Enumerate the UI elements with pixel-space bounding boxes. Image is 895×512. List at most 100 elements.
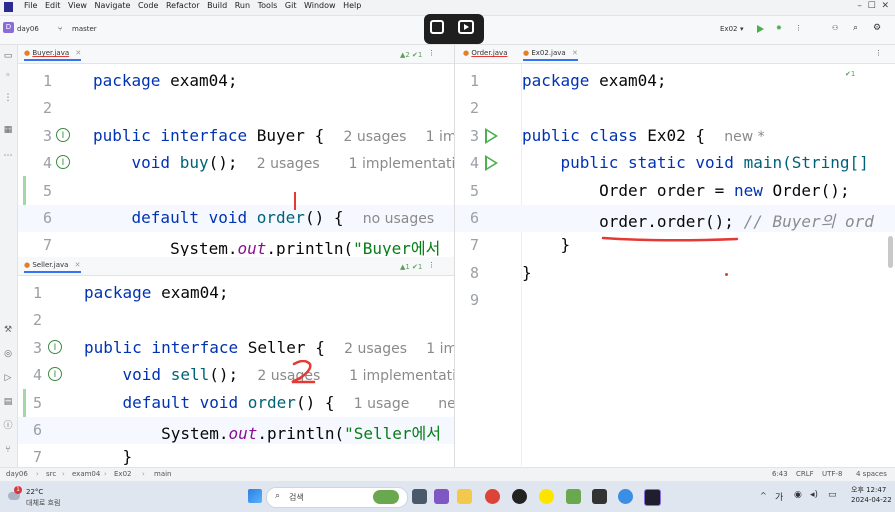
more-tabs-icon[interactable]: ⋮: [428, 261, 435, 269]
more-tabs-icon[interactable]: ⋮: [428, 49, 435, 57]
inspection-widget[interactable]: ▲2 ✔1: [400, 51, 422, 59]
tray-chevron-icon[interactable]: ^: [760, 491, 767, 500]
crop-icon[interactable]: [430, 20, 444, 34]
code-line: 3 public class Ex02 { new *: [469, 126, 765, 145]
menu-git[interactable]: Git: [285, 1, 297, 10]
close-tab-icon[interactable]: ✕: [75, 261, 81, 269]
tab-buyer-java[interactable]: ● Buyer.java ✕: [24, 49, 82, 61]
code-line-current: 6 System.out.println("Seller에서: [18, 417, 454, 444]
caret-position[interactable]: 6:43: [772, 470, 788, 478]
weather-widget[interactable]: 1 22°C 대체로 흐림: [6, 486, 76, 508]
commit-tool-icon[interactable]: ◦: [3, 71, 13, 81]
ex02-editor[interactable]: ✔1 1 package exam04; 2 3 public class Ex…: [455, 64, 895, 466]
project-tool-icon[interactable]: ▭: [3, 51, 13, 61]
chrome-icon[interactable]: [485, 489, 500, 504]
red-annotation-2: [291, 360, 316, 384]
menu-file[interactable]: File: [24, 1, 37, 10]
breadcrumb-class[interactable]: Ex02: [114, 470, 131, 478]
chevron-right-icon: ›: [104, 470, 107, 478]
run-main-icon[interactable]: [485, 155, 498, 171]
run-class-icon[interactable]: [485, 128, 498, 144]
more-tools-icon[interactable]: ⋯: [3, 151, 13, 161]
problems-tool-icon[interactable]: ⓘ: [3, 421, 13, 431]
close-window-icon[interactable]: ✕: [881, 1, 889, 11]
project-widget[interactable]: day06: [17, 25, 39, 33]
implemented-icon[interactable]: I: [48, 367, 62, 381]
intellij-icon[interactable]: [644, 489, 661, 506]
chevron-right-icon: ›: [142, 470, 145, 478]
file-encoding[interactable]: UTF-8: [822, 470, 842, 478]
gear-icon[interactable]: ⚙: [873, 23, 881, 33]
menu-build[interactable]: Build: [207, 1, 227, 10]
menu-refactor[interactable]: Refactor: [166, 1, 200, 10]
tab-label: Order.java: [471, 49, 508, 57]
battery-icon[interactable]: ▭: [828, 490, 837, 500]
run-config-select[interactable]: Ex02: [720, 25, 737, 33]
run-tool-icon[interactable]: ▷: [3, 373, 13, 383]
menu-edit[interactable]: Edit: [45, 1, 61, 10]
line-separator[interactable]: CRLF: [796, 470, 814, 478]
run-icon[interactable]: [757, 25, 764, 33]
breadcrumb-package[interactable]: exam04: [72, 470, 100, 478]
menu-run[interactable]: Run: [235, 1, 250, 10]
maximize-icon[interactable]: ☐: [868, 1, 876, 11]
implemented-icon[interactable]: I: [48, 340, 62, 354]
bookmarks-tool-icon[interactable]: ▦: [3, 125, 13, 135]
ime-indicator[interactable]: 가: [775, 490, 783, 503]
git-tool-icon[interactable]: ⑂: [3, 445, 13, 455]
breadcrumb-src[interactable]: src: [46, 470, 56, 478]
vcs-icon[interactable]: ⚇: [832, 24, 838, 32]
branch-widget[interactable]: master: [72, 25, 97, 33]
breadcrumb-project[interactable]: day06: [6, 470, 28, 478]
branch-icon: ⑂: [58, 25, 63, 33]
buyer-editor[interactable]: 1 package exam04; 2 3 I public interface…: [18, 64, 454, 256]
inspection-widget[interactable]: ▲1 ✔1: [400, 263, 422, 271]
taskbar-search[interactable]: ⌕ 검색: [266, 487, 408, 508]
terminal-icon[interactable]: [592, 489, 607, 504]
notepad-icon[interactable]: [566, 489, 581, 504]
indent-setting[interactable]: 4 spaces: [856, 470, 887, 478]
implemented-icon[interactable]: I: [56, 128, 70, 142]
menu-navigate[interactable]: Navigate: [95, 1, 131, 10]
windows-start-icon[interactable]: [248, 489, 262, 503]
menu-tools[interactable]: Tools: [258, 1, 278, 10]
obs-icon[interactable]: [512, 489, 527, 504]
clock-time[interactable]: 오후 12:47: [851, 485, 886, 495]
kakaotalk-icon[interactable]: [539, 489, 554, 504]
chevron-down-icon[interactable]: ▾: [740, 25, 744, 33]
clock-date[interactable]: 2024-04-22: [851, 496, 892, 504]
file-explorer-icon[interactable]: [457, 489, 472, 504]
more-actions-icon[interactable]: ⋮: [795, 24, 802, 32]
menu-window[interactable]: Window: [304, 1, 336, 10]
services-tool-icon[interactable]: ◎: [3, 349, 13, 359]
video-call-icon[interactable]: [434, 489, 449, 504]
tab-order-java[interactable]: ● Order.java: [463, 49, 508, 57]
network-icon[interactable]: ◉: [794, 490, 802, 500]
menu-view[interactable]: View: [68, 1, 87, 10]
tab-ex02-java[interactable]: ● Ex02.java ✕: [523, 49, 578, 61]
code-line: 2: [42, 99, 52, 117]
minimize-icon[interactable]: –: [857, 1, 862, 11]
menu-code[interactable]: Code: [138, 1, 158, 10]
terminal-tool-icon[interactable]: ▤: [3, 397, 13, 407]
project-badge[interactable]: D: [3, 22, 14, 33]
implemented-icon[interactable]: I: [56, 155, 70, 169]
screen-recorder-overlay: [424, 14, 484, 44]
chevron-right-icon: ›: [62, 470, 65, 478]
task-view-icon[interactable]: [412, 489, 427, 504]
code-line: 2: [469, 99, 479, 117]
close-tab-icon[interactable]: ✕: [75, 49, 81, 57]
tab-seller-java[interactable]: ● Seller.java ✕: [24, 261, 81, 273]
breadcrumb-method[interactable]: main: [154, 470, 172, 478]
more-tabs-icon[interactable]: ⋮: [875, 49, 882, 57]
debug-icon[interactable]: ✹: [776, 24, 782, 32]
volume-icon[interactable]: ◂): [810, 490, 818, 500]
close-tab-icon[interactable]: ✕: [572, 49, 578, 57]
search-icon[interactable]: ⌕: [853, 23, 858, 33]
build-tool-icon[interactable]: ⚒: [3, 325, 13, 335]
menu-help[interactable]: Help: [343, 1, 361, 10]
structure-tool-icon[interactable]: ⋮: [3, 93, 13, 103]
editor-scrollbar[interactable]: [888, 236, 893, 268]
edge-icon[interactable]: [618, 489, 633, 504]
seller-editor[interactable]: 1 package exam04; 2 3 I public interface…: [18, 276, 454, 466]
